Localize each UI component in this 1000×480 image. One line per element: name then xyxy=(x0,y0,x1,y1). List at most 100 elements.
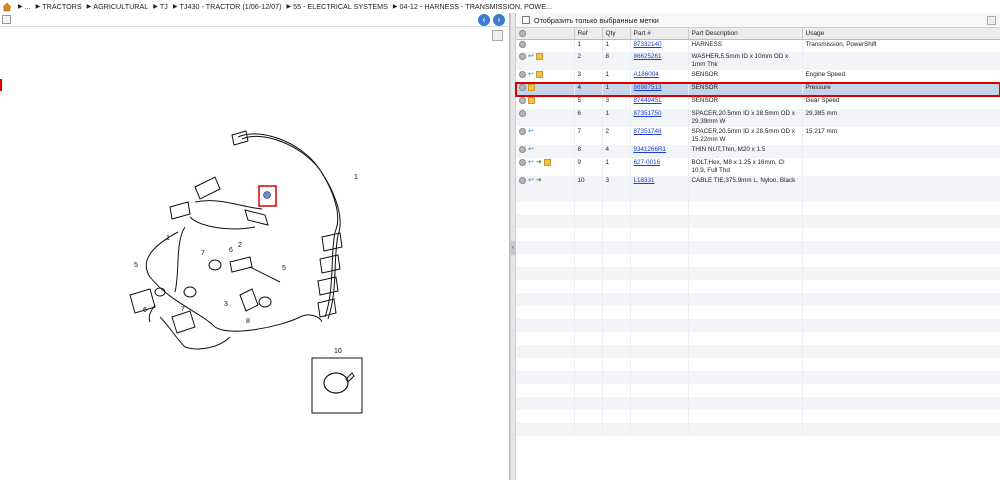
column-header[interactable]: Part # xyxy=(630,28,689,40)
empty-cell xyxy=(802,293,1000,306)
empty-cell xyxy=(630,293,689,306)
empty-cell xyxy=(630,397,689,410)
ref-cell: 2 xyxy=(574,52,603,70)
forward-arrow-icon[interactable]: › xyxy=(493,14,505,26)
home-icon[interactable] xyxy=(2,2,12,12)
replacement-icon[interactable]: ↩ xyxy=(528,53,534,60)
column-header[interactable]: Part Description xyxy=(688,28,803,40)
part-number-link[interactable]: A186004 xyxy=(634,71,659,78)
table-row[interactable]: 1 1 87332140 HARNESS Transmission, PowerShif… xyxy=(516,39,1000,52)
add-to-cart-icon[interactable] xyxy=(519,84,526,91)
chevron-right-icon: ▶ xyxy=(172,4,178,10)
back-arrow-icon[interactable]: ‹ xyxy=(478,14,490,26)
empty-row xyxy=(516,410,1000,423)
empty-cell xyxy=(802,215,1000,228)
empty-row xyxy=(516,254,1000,267)
table-row[interactable]: ↩ 2 8 86625261 WASHER,5.5mm ID x 10mm OD x 1… xyxy=(516,52,1000,70)
exploded-diagram: 1 1 2 5 5 6 7 7 3 8 6 10 xyxy=(129,130,363,414)
empty-cell xyxy=(802,228,1000,241)
add-to-cart-icon[interactable] xyxy=(519,177,526,184)
ref-cell: 10 xyxy=(574,176,603,189)
add-to-cart-icon[interactable] xyxy=(519,40,526,48)
column-header[interactable]: Qty xyxy=(602,28,631,40)
description-cell: SPACER,20.5mm ID x 28.5mm OD x 15.22mm W xyxy=(688,127,803,145)
empty-cell xyxy=(574,423,603,436)
expand-icon[interactable] xyxy=(2,15,11,24)
table-row[interactable]: ↩ 8 4 9341266R1 THIN NUT,Thin, M20 x 1.5 xyxy=(516,145,1000,158)
callout-label: 6 xyxy=(143,307,147,314)
package-icon[interactable] xyxy=(535,53,543,60)
part-number-link[interactable]: 87351750 xyxy=(634,110,662,117)
row-actions: ↩ xyxy=(516,145,575,158)
table-row[interactable]: ↩ 3 1 A186004 SENSOR Engine Speed xyxy=(516,70,1000,83)
breadcrumb-item[interactable]: 04-12 - HARNESS - TRANSMISSION, POWE... xyxy=(400,2,552,11)
part-number-cell: 87351750 xyxy=(630,109,689,127)
empty-cell xyxy=(802,423,1000,436)
description-cell: SPACER,20.5mm ID x 28.5mm OD x 29.39mm W xyxy=(688,109,803,127)
collapse-handle[interactable]: ‹ xyxy=(511,241,515,255)
description-cell: SENSOR xyxy=(688,70,803,83)
empty-cell xyxy=(602,319,631,332)
add-to-cart-icon[interactable] xyxy=(519,97,526,104)
callout-label: 2 xyxy=(238,242,242,249)
package-icon[interactable] xyxy=(528,84,535,91)
part-number-link[interactable]: 87351748 xyxy=(634,128,662,135)
table-row[interactable]: 6 1 87351750 SPACER,20.5mm ID x 28.5mm OD x… xyxy=(516,109,1000,127)
chevron-right-icon: ▶ xyxy=(86,4,92,10)
part-number-link[interactable]: 86987513 xyxy=(634,84,662,91)
breadcrumb-item[interactable]: TJ430 - TRACTOR (1/06-12/07) xyxy=(180,2,282,11)
breadcrumb-item[interactable]: TRACTORS xyxy=(42,2,81,11)
empty-row xyxy=(516,358,1000,371)
package-icon[interactable] xyxy=(543,159,551,166)
empty-cell xyxy=(574,189,603,202)
usage-cell xyxy=(802,145,1000,158)
part-number-link[interactable]: 87332140 xyxy=(634,41,662,48)
breadcrumb-item[interactable]: AGRICULTURAL xyxy=(93,2,148,11)
package-icon[interactable] xyxy=(535,71,543,78)
collapse-icon[interactable] xyxy=(987,16,996,25)
header-select[interactable] xyxy=(516,28,575,40)
table-row[interactable]: 4 1 86987513 SENSOR Pressure xyxy=(515,82,1000,97)
show-selected-checkbox[interactable] xyxy=(522,16,530,24)
replacement-icon[interactable]: ↩ xyxy=(528,177,534,184)
empty-cell xyxy=(516,241,575,254)
add-to-cart-icon[interactable] xyxy=(519,110,526,117)
green-arrow-icon[interactable]: ➜ xyxy=(536,159,542,166)
breadcrumb-item[interactable]: ... xyxy=(25,2,31,11)
part-number-link[interactable]: L18331 xyxy=(634,177,655,184)
add-to-cart-icon[interactable] xyxy=(519,159,526,166)
empty-cell xyxy=(516,267,575,280)
add-to-cart-icon[interactable] xyxy=(519,146,526,153)
empty-cell xyxy=(602,423,631,436)
add-to-cart-icon[interactable] xyxy=(519,71,526,78)
table-row[interactable]: ↩ ➜ 10 3 L18331 CABLE TIE,375.9mm L, Nylon, B… xyxy=(516,176,1000,189)
table-row[interactable]: 5 3 87449451 SENSOR Gear Speed xyxy=(516,96,1000,109)
callout-marker[interactable] xyxy=(263,191,271,199)
empty-cell xyxy=(602,241,631,254)
empty-cell xyxy=(516,319,575,332)
part-number-link[interactable]: 9341266R1 xyxy=(634,146,667,153)
add-to-cart-icon[interactable] xyxy=(519,128,526,135)
column-header[interactable]: Ref xyxy=(574,28,603,40)
part-number-link[interactable]: 87449451 xyxy=(634,97,662,104)
breadcrumb-item[interactable]: 55 - ELECTRICAL SYSTEMS xyxy=(293,2,388,11)
table-row[interactable]: ↩ ➜ 9 1 627-0016 BOLT,Hex, M8 x 1.25 x 16mm, … xyxy=(516,158,1000,176)
select-all-icon[interactable] xyxy=(519,29,526,37)
add-to-cart-icon[interactable] xyxy=(519,53,526,60)
empty-cell xyxy=(630,189,689,202)
breadcrumb-item[interactable]: TJ xyxy=(160,2,168,11)
table-row[interactable]: ↩ 7 2 87351748 SPACER,20.5mm ID x 28.5mm OD … xyxy=(516,127,1000,145)
replacement-icon[interactable]: ↩ xyxy=(528,159,534,166)
replacement-icon[interactable]: ↩ xyxy=(528,146,534,153)
part-number-link[interactable]: 627-0016 xyxy=(634,159,661,166)
empty-cell xyxy=(602,202,631,215)
empty-cell xyxy=(516,215,575,228)
replacement-icon[interactable]: ↩ xyxy=(528,71,534,78)
replacement-icon[interactable]: ↩ xyxy=(528,128,534,135)
empty-row xyxy=(516,306,1000,319)
empty-cell xyxy=(688,371,803,384)
package-icon[interactable] xyxy=(528,97,535,104)
green-arrow-icon[interactable]: ➜ xyxy=(536,177,542,184)
column-header[interactable]: Usage xyxy=(802,28,1000,40)
part-number-link[interactable]: 86625261 xyxy=(634,53,662,60)
